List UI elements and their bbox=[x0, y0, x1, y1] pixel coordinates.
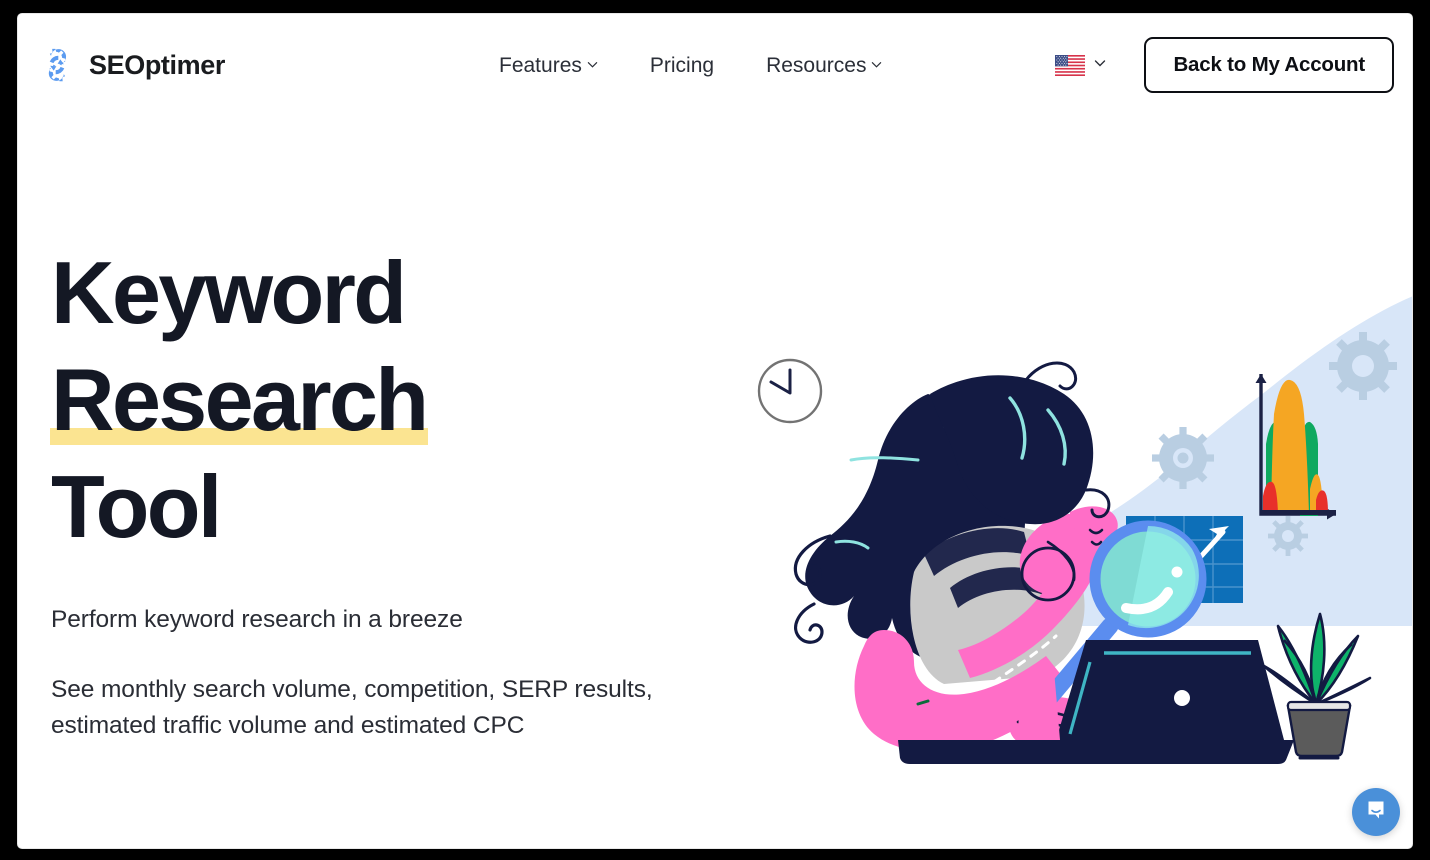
nav-label-features: Features bbox=[499, 54, 582, 77]
magnifying-glass-icon bbox=[1089, 520, 1207, 638]
language-selector[interactable] bbox=[1055, 54, 1106, 76]
nav-item-resources[interactable]: Resources bbox=[740, 48, 908, 84]
header-right-zone: Back to My Account bbox=[1055, 37, 1394, 93]
nav-item-features[interactable]: Features bbox=[473, 48, 624, 84]
title-highlight-research: Research bbox=[49, 346, 429, 453]
site-header: SEOptimer Features Pricing Resources Bac… bbox=[18, 14, 1412, 110]
chat-bubble-icon bbox=[1364, 798, 1388, 827]
chevron-down-icon bbox=[1094, 56, 1106, 74]
hero-description: See monthly search volume, competition, … bbox=[51, 676, 653, 739]
title-line-3: Tool bbox=[51, 457, 222, 556]
us-flag-icon bbox=[1055, 54, 1086, 76]
nav-label-resources: Resources bbox=[766, 54, 867, 77]
page-title: Keyword Research Tool bbox=[49, 239, 731, 560]
chevron-down-icon bbox=[871, 59, 882, 70]
hero-content: Keyword Research Tool Perform keyword re… bbox=[49, 239, 731, 744]
nav-item-pricing[interactable]: Pricing bbox=[624, 48, 740, 84]
title-line-1: Keyword bbox=[51, 243, 407, 342]
gear-icon bbox=[1329, 332, 1397, 400]
hero-illustration bbox=[718, 274, 1412, 764]
hero-subtitle: Perform keyword research in a breeze bbox=[51, 606, 463, 633]
nav-label-pricing: Pricing bbox=[649, 54, 715, 77]
page-viewport: SEOptimer Features Pricing Resources Bac… bbox=[18, 14, 1412, 848]
chat-launcher-button[interactable] bbox=[1352, 788, 1400, 836]
gear-s-logo-icon bbox=[36, 44, 78, 86]
brand-logo[interactable]: SEOptimer bbox=[36, 44, 225, 86]
back-to-my-account-button[interactable]: Back to My Account bbox=[1144, 37, 1394, 93]
main-navigation: Features Pricing Resources bbox=[473, 48, 908, 84]
chevron-down-icon bbox=[587, 59, 598, 70]
clock-icon bbox=[757, 358, 823, 424]
title-line-2: Research bbox=[49, 346, 731, 453]
brand-name: SEOptimer bbox=[89, 49, 225, 80]
